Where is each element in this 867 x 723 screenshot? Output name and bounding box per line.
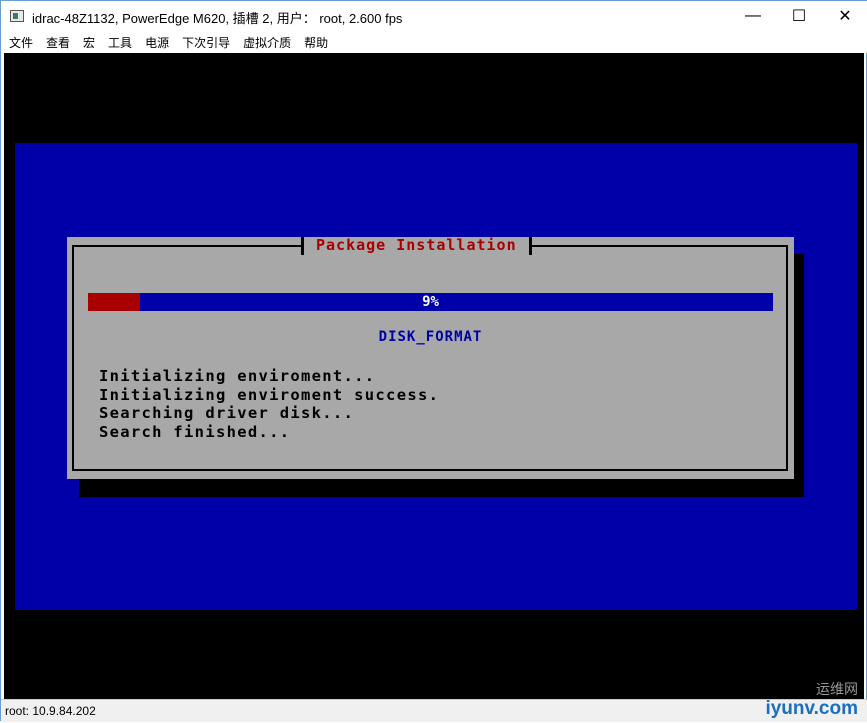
minimize-button[interactable]: — bbox=[730, 1, 776, 31]
watermark-en: iyunv.com bbox=[765, 698, 858, 719]
log-line: Searching driver disk... bbox=[99, 404, 355, 423]
console-screen[interactable]: Package Installation 9% DISK_FORMAT Init… bbox=[4, 53, 864, 699]
menu-bar: 文件 查看 宏 工具 电源 下次引导 虚拟介质 帮助 bbox=[1, 31, 867, 53]
menu-file[interactable]: 文件 bbox=[9, 34, 33, 51]
current-step: DISK_FORMAT bbox=[378, 329, 483, 345]
log-output: Initializing enviroment... Initializing e… bbox=[99, 367, 439, 442]
status-text: root: 10.9.84.202 bbox=[5, 704, 96, 718]
maximize-button[interactable]: ☐ bbox=[776, 1, 822, 31]
close-button[interactable]: ✕ bbox=[822, 1, 867, 31]
title-bar: idrac-48Z1132, PowerEdge M620, 插槽 2, 用户：… bbox=[1, 1, 867, 31]
app-icon bbox=[10, 10, 24, 22]
progress-bar: 9% bbox=[88, 293, 773, 311]
menu-tools[interactable]: 工具 bbox=[108, 34, 132, 51]
dialog-title: Package Installation bbox=[301, 237, 532, 255]
log-line: Initializing enviroment success. bbox=[99, 385, 440, 404]
menu-help[interactable]: 帮助 bbox=[304, 34, 328, 51]
menu-virtual-media[interactable]: 虚拟介质 bbox=[243, 34, 291, 51]
watermark-logo: 运维网 iyunv.com bbox=[765, 679, 858, 719]
menu-view[interactable]: 查看 bbox=[46, 34, 70, 51]
menu-power[interactable]: 电源 bbox=[145, 34, 169, 51]
watermark-cn: 运维网 bbox=[816, 681, 858, 697]
log-line: Initializing enviroment... bbox=[99, 367, 376, 385]
log-line: Search finished... bbox=[99, 423, 291, 442]
status-bar: root: 10.9.84.202 bbox=[1, 699, 867, 722]
progress-label: 9% bbox=[422, 294, 439, 310]
package-installation-dialog: Package Installation 9% DISK_FORMAT Init… bbox=[67, 237, 794, 479]
menu-macro[interactable]: 宏 bbox=[83, 34, 95, 51]
menu-next-boot[interactable]: 下次引导 bbox=[182, 34, 230, 51]
window-title: idrac-48Z1132, PowerEdge M620, 插槽 2, 用户：… bbox=[32, 11, 403, 26]
